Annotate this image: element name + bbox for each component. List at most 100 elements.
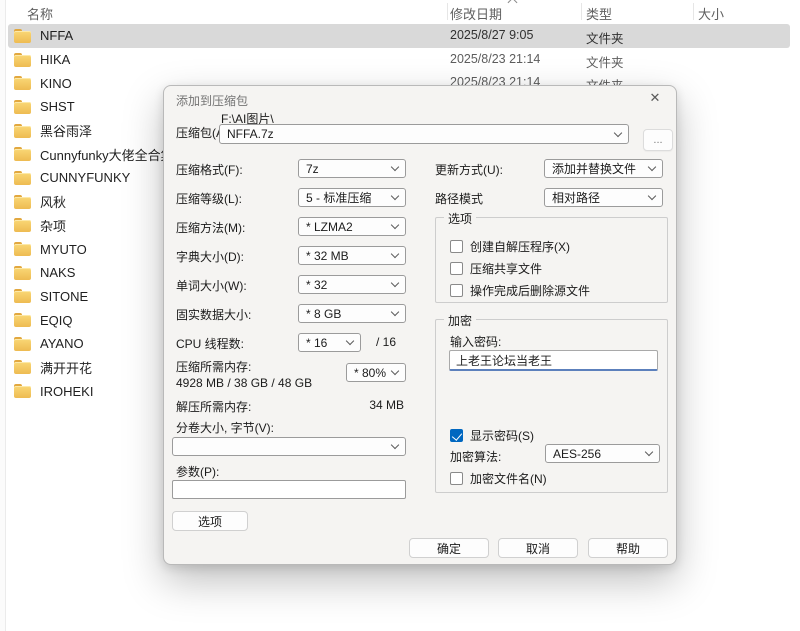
encryption-method-combo[interactable]: AES-256 bbox=[545, 444, 660, 463]
encrypt-names-label: 加密文件名(N) bbox=[470, 472, 547, 486]
file-name: HIKA bbox=[40, 52, 71, 68]
file-name: IROHEKI bbox=[40, 383, 94, 399]
help-button[interactable]: 帮助 bbox=[588, 538, 668, 558]
cancel-button[interactable]: 取消 bbox=[498, 538, 578, 558]
dictionary-label: 字典大小(D): bbox=[176, 250, 244, 264]
file-date: 2025/8/27 9:05 bbox=[450, 28, 534, 42]
column-separator[interactable] bbox=[693, 3, 694, 20]
parameters-input[interactable] bbox=[172, 480, 406, 499]
word-size-label: 单词大小(W): bbox=[176, 279, 247, 293]
column-header-bar: 名称 修改日期 类型 大小 bbox=[8, 0, 790, 23]
chevron-down-icon bbox=[390, 162, 400, 172]
folder-icon bbox=[14, 28, 31, 43]
file-type: 文件夹 bbox=[586, 55, 624, 70]
volume-size-label: 分卷大小, 字节(V): bbox=[176, 421, 274, 435]
file-name: NFFA bbox=[40, 28, 74, 44]
level-combo[interactable]: 5 - 标准压缩 bbox=[298, 188, 406, 207]
folder-icon bbox=[14, 242, 31, 257]
column-header-date[interactable]: 修改日期 bbox=[450, 4, 502, 23]
close-icon[interactable]: ✕ bbox=[644, 89, 666, 107]
file-name: MYUTO bbox=[40, 241, 87, 257]
options-group-legend: 选项 bbox=[444, 210, 477, 227]
checkbox[interactable] bbox=[450, 284, 463, 297]
chevron-down-icon bbox=[390, 278, 400, 288]
encrypt-names-row[interactable]: 加密文件名(N) bbox=[450, 470, 547, 487]
folder-icon bbox=[14, 76, 31, 91]
encrypt-names-checkbox[interactable] bbox=[450, 472, 463, 485]
ok-button[interactable]: 确定 bbox=[409, 538, 489, 558]
file-row[interactable]: NFFA 2025/8/27 9:05 文件夹 bbox=[8, 24, 790, 48]
column-separator[interactable] bbox=[447, 3, 448, 20]
file-name: EQIQ bbox=[40, 312, 73, 328]
path-mode-combo[interactable]: 相对路径 bbox=[544, 188, 663, 207]
options-button[interactable]: 选项 bbox=[172, 511, 248, 531]
browse-button[interactable]: ... bbox=[643, 129, 673, 151]
folder-icon bbox=[14, 336, 31, 351]
encryption-group-legend: 加密 bbox=[444, 312, 477, 329]
file-name: KINO bbox=[40, 75, 72, 91]
parameters-label: 参数(P): bbox=[176, 465, 220, 479]
sort-ascending-icon bbox=[508, 0, 516, 4]
solid-block-combo[interactable]: * 8 GB bbox=[298, 304, 406, 323]
folder-icon bbox=[14, 360, 31, 375]
checkbox-label: 压缩共享文件 bbox=[470, 262, 543, 276]
show-password-checkbox[interactable] bbox=[450, 429, 463, 442]
checkbox[interactable] bbox=[450, 262, 463, 275]
folder-icon bbox=[14, 170, 31, 185]
file-name: 风秋 bbox=[40, 195, 67, 211]
chevron-down-icon bbox=[390, 440, 400, 450]
chevron-down-icon bbox=[647, 191, 657, 201]
folder-icon bbox=[14, 52, 31, 67]
dialog-title: 添加到压缩包 bbox=[176, 94, 249, 108]
column-separator[interactable] bbox=[581, 3, 582, 20]
checkbox-row[interactable]: 操作完成后删除源文件 bbox=[450, 282, 590, 299]
file-row[interactable]: HIKA 2025/8/23 21:14 文件夹 bbox=[8, 48, 790, 72]
chevron-down-icon bbox=[390, 220, 400, 230]
show-password-row[interactable]: 显示密码(S) bbox=[450, 427, 534, 444]
chevron-down-icon bbox=[613, 128, 623, 137]
memory-decompress-label: 解压所需内存: bbox=[176, 400, 252, 414]
word-size-combo[interactable]: * 32 bbox=[298, 275, 406, 294]
password-label: 输入密码: bbox=[450, 335, 502, 349]
chevron-down-icon bbox=[390, 249, 400, 259]
path-mode-label: 路径模式 bbox=[435, 192, 484, 206]
encryption-group: 加密 输入密码: 上老王论坛当老王 显示密码(S) 加密算法: AES-256 … bbox=[435, 312, 668, 493]
folder-icon bbox=[14, 313, 31, 328]
checkbox-label: 操作完成后删除源文件 bbox=[470, 284, 591, 298]
folder-icon bbox=[14, 123, 31, 138]
add-to-archive-dialog: 添加到压缩包 ✕ 压缩包(A): F:\AI图片\ NFFA.7z ... 压缩… bbox=[163, 85, 677, 565]
format-combo[interactable]: 7z bbox=[298, 159, 406, 178]
checkbox[interactable] bbox=[450, 240, 463, 253]
update-mode-combo[interactable]: 添加并替换文件 bbox=[544, 159, 663, 178]
cpu-threads-label: CPU 线程数: bbox=[176, 337, 245, 351]
file-name: SITONE bbox=[40, 288, 89, 304]
encryption-method-label: 加密算法: bbox=[450, 450, 502, 464]
cpu-threads-combo[interactable]: * 16 bbox=[298, 333, 361, 352]
checkbox-row[interactable]: 创建自解压程序(X) bbox=[450, 238, 570, 255]
archive-name-combo[interactable]: NFFA.7z bbox=[219, 124, 629, 144]
checkbox-row[interactable]: 压缩共享文件 bbox=[450, 260, 542, 277]
file-name: 杂项 bbox=[40, 218, 67, 234]
memory-usage-combo[interactable]: * 80% bbox=[346, 363, 406, 382]
level-label: 压缩等级(L): bbox=[176, 192, 243, 206]
show-password-label: 显示密码(S) bbox=[470, 429, 534, 443]
column-header-name[interactable]: 名称 bbox=[27, 4, 53, 23]
password-input[interactable]: 上老王论坛当老王 bbox=[449, 350, 658, 371]
volume-size-combo[interactable] bbox=[172, 437, 406, 456]
chevron-down-icon bbox=[390, 366, 400, 376]
chevron-down-icon bbox=[390, 191, 400, 201]
folder-icon bbox=[14, 147, 31, 162]
chevron-down-icon bbox=[644, 447, 654, 457]
method-combo[interactable]: * LZMA2 bbox=[298, 217, 406, 236]
folder-icon bbox=[14, 194, 31, 209]
column-header-size[interactable]: 大小 bbox=[698, 4, 724, 23]
options-group: 选项 创建自解压程序(X) 压缩共享文件 操作完成后删除源文件 bbox=[435, 210, 668, 303]
format-label: 压缩格式(F): bbox=[176, 163, 243, 177]
folder-icon bbox=[14, 384, 31, 399]
file-type: 文件夹 bbox=[586, 32, 624, 46]
pane-divider bbox=[0, 0, 6, 631]
dictionary-combo[interactable]: * 32 MB bbox=[298, 246, 406, 265]
file-date: 2025/8/23 21:14 bbox=[450, 51, 541, 66]
file-name: CUNNYFUNKY bbox=[40, 170, 131, 186]
column-header-type[interactable]: 类型 bbox=[586, 4, 612, 23]
